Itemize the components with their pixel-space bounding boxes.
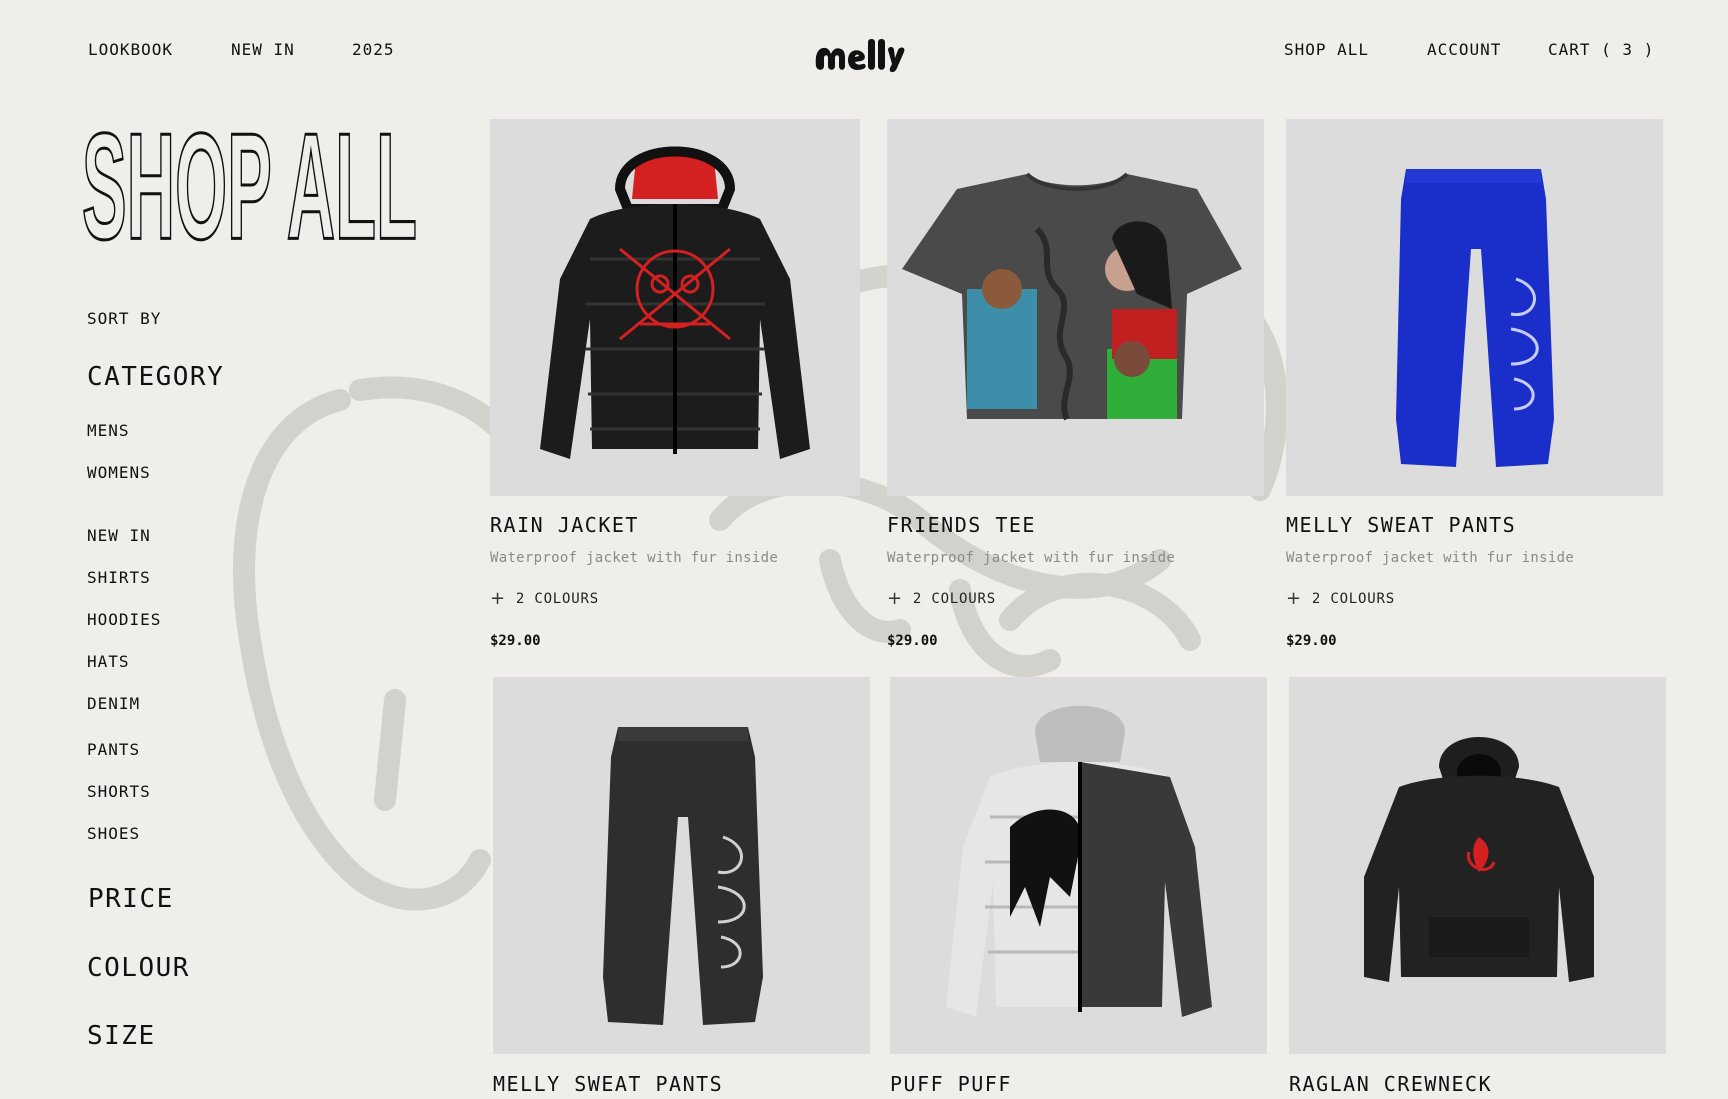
category-hoodies[interactable]: HOODIES <box>87 610 161 629</box>
product-card[interactable]: FRIENDS TEE Waterproof jacket with fur i… <box>887 119 1264 659</box>
nav-shop-all[interactable]: SHOP ALL <box>1284 40 1369 59</box>
category-heading[interactable]: CATEGORY <box>87 362 224 392</box>
shop-all-title: SHOP ALL <box>82 118 419 268</box>
plus-icon: + <box>887 588 903 609</box>
category-denim[interactable]: DENIM <box>87 694 140 713</box>
category-shirts[interactable]: SHIRTS <box>87 568 151 587</box>
product-name[interactable]: RAGLAN CREWNECK <box>1289 1072 1492 1096</box>
colour-heading[interactable]: COLOUR <box>87 953 190 983</box>
product-name[interactable]: MELLY SWEAT PANTS <box>1286 513 1516 537</box>
graphic-tee-icon <box>902 172 1242 421</box>
colour-options[interactable]: +2 COLOURS <box>887 588 996 609</box>
product-card[interactable]: MELLY SWEAT PANTS Waterproof jacket with… <box>1286 119 1663 659</box>
product-price: $29.00 <box>490 633 541 649</box>
nav-2025[interactable]: 2025 <box>352 40 395 59</box>
product-image[interactable] <box>1289 677 1666 1054</box>
puffer-jacket-icon <box>540 146 810 459</box>
category-pants[interactable]: PANTS <box>87 740 140 759</box>
category-hats[interactable]: HATS <box>87 652 130 671</box>
product-card[interactable]: RAGLAN CREWNECK <box>1289 677 1666 1099</box>
product-name[interactable]: PUFF PUFF <box>890 1072 1012 1096</box>
product-description: Waterproof jacket with fur inside <box>490 550 779 566</box>
product-card[interactable]: MELLY SWEAT PANTS <box>493 677 870 1099</box>
price-heading[interactable]: PRICE <box>88 884 174 914</box>
filter-mens[interactable]: MENS <box>87 421 130 440</box>
product-image[interactable] <box>493 677 870 1054</box>
colour-options[interactable]: +2 COLOURS <box>490 588 599 609</box>
product-price: $29.00 <box>1286 633 1337 649</box>
product-description: Waterproof jacket with fur inside <box>1286 550 1575 566</box>
hoodie-icon <box>1364 737 1594 982</box>
sweat-pants-icon <box>1396 169 1554 467</box>
size-heading[interactable]: SIZE <box>87 1021 156 1051</box>
sweat-pants-icon <box>603 727 763 1025</box>
nav-new-in[interactable]: NEW IN <box>231 40 295 59</box>
plus-icon: + <box>490 588 506 609</box>
puffer-jacket-icon <box>946 705 1212 1017</box>
category-new-in[interactable]: NEW IN <box>87 526 151 545</box>
colours-label: 2 COLOURS <box>515 591 599 607</box>
product-name[interactable]: MELLY SWEAT PANTS <box>493 1072 723 1096</box>
colour-options[interactable]: +2 COLOURS <box>1286 588 1395 609</box>
nav-cart[interactable]: CART ( 3 ) <box>1548 40 1654 59</box>
product-image[interactable] <box>1286 119 1663 496</box>
melly-logo[interactable] <box>814 36 910 74</box>
product-name[interactable]: RAIN JACKET <box>490 513 639 537</box>
product-card[interactable]: PUFF PUFF <box>890 677 1267 1099</box>
filter-womens[interactable]: WOMENS <box>87 463 151 482</box>
product-image[interactable] <box>890 677 1267 1054</box>
colours-label: 2 COLOURS <box>912 591 996 607</box>
colours-label: 2 COLOURS <box>1311 591 1395 607</box>
product-card[interactable]: RAIN JACKET Waterproof jacket with fur i… <box>490 119 860 659</box>
svg-text:SHOP ALL: SHOP ALL <box>82 118 417 268</box>
product-price: $29.00 <box>887 633 938 649</box>
sort-by-button[interactable]: SORT BY <box>87 309 161 328</box>
category-shorts[interactable]: SHORTS <box>87 782 151 801</box>
product-description: Waterproof jacket with fur inside <box>887 550 1176 566</box>
product-image[interactable] <box>887 119 1264 496</box>
nav-lookbook[interactable]: LOOKBOOK <box>88 40 173 59</box>
product-image[interactable] <box>490 119 860 496</box>
product-name[interactable]: FRIENDS TEE <box>887 513 1036 537</box>
plus-icon: + <box>1286 588 1302 609</box>
category-shoes[interactable]: SHOES <box>87 824 140 843</box>
nav-account[interactable]: ACCOUNT <box>1427 40 1501 59</box>
